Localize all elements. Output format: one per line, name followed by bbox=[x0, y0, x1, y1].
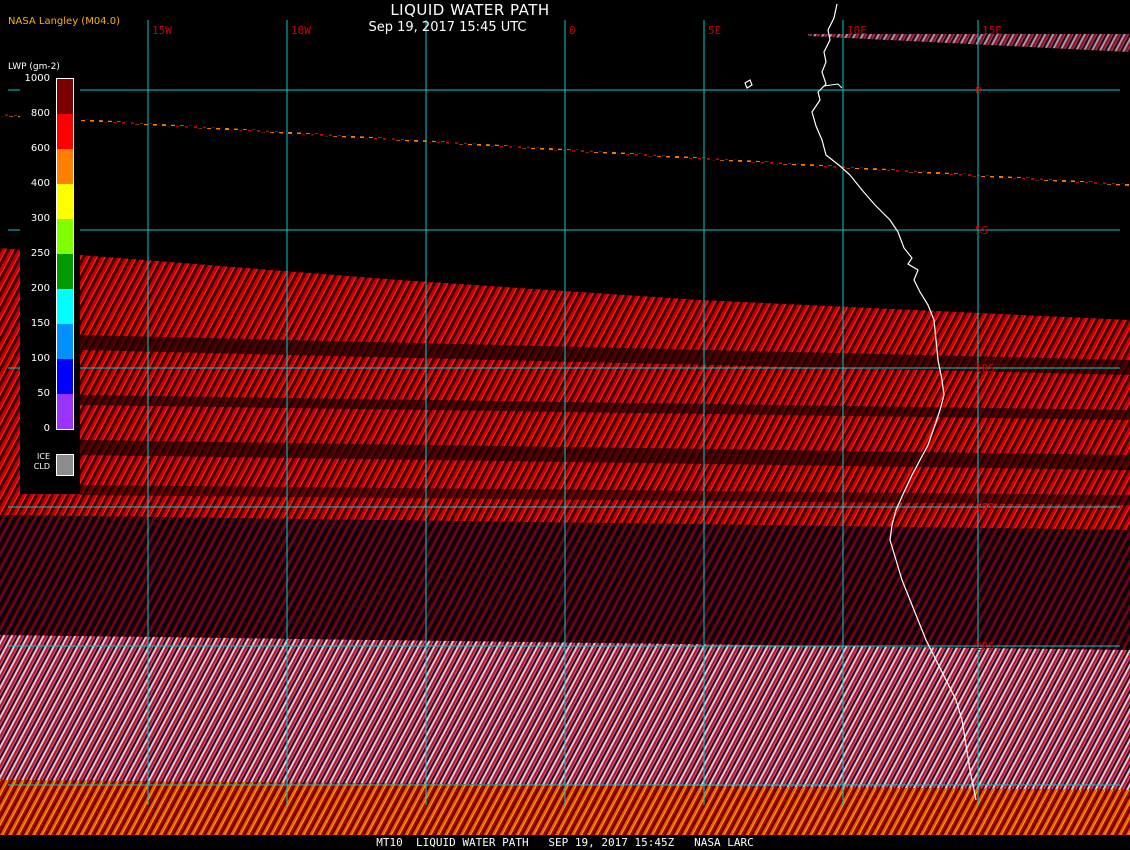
ice-label-line-1: ICE bbox=[37, 452, 50, 461]
legend-swatch bbox=[57, 324, 73, 359]
legend-tick-label: 0 bbox=[43, 423, 50, 434]
legend-tick-label: 250 bbox=[30, 248, 50, 259]
legend-swatch bbox=[57, 254, 73, 289]
ice-cloud-label: ICE CLD bbox=[26, 452, 50, 472]
legend-tick-label: 1000 bbox=[24, 73, 50, 84]
legend-title: LWP (gm-2) bbox=[8, 62, 60, 72]
legend-tick-label: 50 bbox=[37, 388, 50, 399]
legend-swatch bbox=[57, 394, 73, 429]
map-timestamp: Sep 19, 2017 15:45 UTC bbox=[368, 20, 527, 35]
latitude-label: 0 bbox=[975, 84, 982, 97]
legend-tick-label: 200 bbox=[30, 283, 50, 294]
longitude-label: 15E bbox=[982, 24, 1002, 37]
legend-swatch bbox=[57, 219, 73, 254]
color-legend: LWP (gm-2) 1000 800 600 400 300 250 200 150 100 5… bbox=[8, 60, 80, 494]
map-title: LIQUID WATER PATH bbox=[390, 1, 550, 19]
ice-cloud-swatch bbox=[56, 454, 74, 476]
latitude-label: 15S bbox=[975, 501, 995, 514]
satellite-map: 15W 10W 0 5E 10E 15E05S10S15S20S bbox=[0, 0, 1130, 850]
legend-tick-label: 300 bbox=[30, 213, 50, 224]
legend-swatch bbox=[57, 289, 73, 324]
ice-label-line-2: CLD bbox=[33, 462, 50, 471]
legend-tick-label: 800 bbox=[30, 108, 50, 119]
legend-tick-label: 400 bbox=[30, 178, 50, 189]
latitude-label: 5S bbox=[975, 224, 988, 237]
legend-swatch bbox=[57, 184, 73, 219]
legend-tick-label: 100 bbox=[30, 353, 50, 364]
legend-swatch bbox=[57, 149, 73, 184]
legend-swatch bbox=[57, 114, 73, 149]
footer-caption: MT10 LIQUID WATER PATH SEP 19, 2017 15:4… bbox=[376, 836, 754, 849]
legend-swatch bbox=[57, 79, 73, 114]
legend-tick-label: 150 bbox=[30, 318, 50, 329]
legend-tick-label: 600 bbox=[30, 143, 50, 154]
legend-color-bar bbox=[56, 78, 74, 430]
legend-swatch bbox=[57, 359, 73, 394]
latitude-label: 10S bbox=[975, 362, 995, 375]
latitude-label: 20S bbox=[975, 640, 995, 653]
